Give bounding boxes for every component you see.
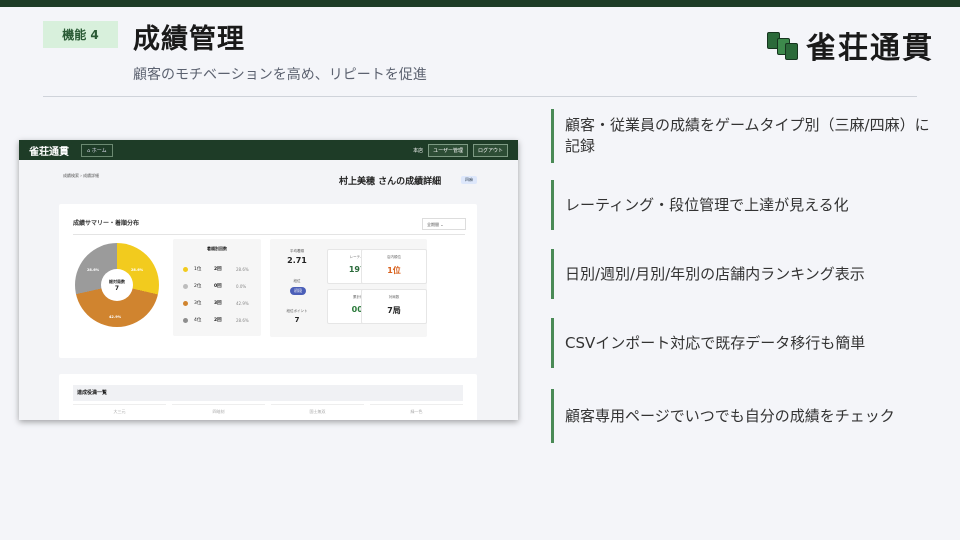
feature-item-1: 顧客・従業員の成績をゲームタイプ別（三麻/四麻）に記録	[551, 109, 931, 163]
pie-label-1: 28.6%	[131, 268, 144, 272]
brand-logo: 雀荘通貫	[766, 23, 934, 67]
rank-pie-chart: 総対局数 7 28.6% 42.9% 28.6%	[75, 243, 159, 327]
rank-color-dot	[183, 317, 188, 323]
rank-row: 4位 2回 28.6%	[183, 317, 257, 323]
achievements-columns: 大三元 四暗刻 国士無双 緑一色	[73, 404, 463, 415]
rank-heading: 着順別回数	[207, 246, 227, 251]
game-count-panel: 対局数 7局	[361, 289, 427, 324]
dan-badge: 初段	[290, 287, 306, 295]
feature-item-5: 顧客専用ページでいつでも自分の成績をチェック	[551, 389, 931, 443]
pie-label-2: 42.9%	[109, 315, 122, 319]
player-title: 村上美穂 さんの成績詳細	[339, 177, 442, 187]
logo-tiles-icon	[766, 28, 800, 62]
period-select[interactable]: 全期間 ⌄	[422, 218, 466, 230]
home-button[interactable]: ⌂ ホーム	[81, 143, 113, 157]
achievements-heading: 達成役満一覧	[73, 385, 463, 401]
rank-count-panel: 着順別回数 1位 2回 28.6% 2位 0回 0.0% 3位 3回 42.9% 4位 2回 2…	[173, 239, 261, 336]
dan-points-label: 段位ポイント	[286, 309, 308, 313]
feature-item-4: CSVインポート対応で既存データ移行も簡単	[551, 318, 931, 368]
top-accent-bar	[0, 0, 960, 7]
dan-points-value: 7	[294, 316, 300, 324]
rank-row: 3位 3回 42.9%	[183, 300, 257, 306]
app-navbar: 雀荘通貫 ⌂ ホーム 本店 ユーザー管理 ログアウト	[19, 140, 518, 160]
summary-heading: 成績サマリー・着順分布	[73, 220, 140, 227]
user-manage-button[interactable]: ユーザー管理	[428, 143, 468, 157]
page-title: 成績管理	[133, 24, 245, 55]
pie-center-value: 7	[114, 284, 120, 292]
page-subtitle: 顧客のモチベーションを高め、リピートを促進	[133, 67, 427, 83]
rank-color-dot	[183, 300, 188, 306]
app-brand: 雀荘通貫	[29, 146, 69, 158]
feature-item-3: 日別/週別/月別/年別の店舗内ランキング表示	[551, 249, 931, 299]
logout-button[interactable]: ログアウト	[472, 143, 508, 157]
rank-row: 2位 0回 0.0%	[183, 283, 257, 289]
feature-item-2: レーティング・段位管理で上達が見える化	[551, 180, 931, 230]
feature-badge: 機能 4	[43, 21, 118, 48]
logo-text: 雀荘通貫	[806, 31, 934, 66]
pie-label-3: 28.6%	[87, 268, 100, 272]
game-type-tag: 四麻	[461, 176, 477, 184]
store-rank-panel: 店内順位 1位	[361, 249, 427, 284]
header-divider	[43, 96, 917, 97]
breadcrumb[interactable]: 成績検索 › 成績詳細	[63, 173, 99, 179]
rank-row: 1位 2回 28.6%	[183, 266, 257, 272]
achievements-card: 達成役満一覧 大三元 四暗刻 国士無双 緑一色	[59, 374, 477, 420]
avg-rank-value: 2.71	[287, 256, 307, 265]
rank-color-dot	[183, 266, 188, 272]
store-name: 本店	[413, 147, 424, 154]
dan-label: 段位	[293, 279, 301, 283]
avg-rank-label: 平均着順	[290, 249, 304, 253]
app-screenshot: 雀荘通貫 ⌂ ホーム 本店 ユーザー管理 ログアウト 成績検索 › 成績詳細 村…	[19, 140, 518, 420]
rank-color-dot	[183, 283, 188, 289]
pie-center: 総対局数 7	[101, 269, 133, 301]
